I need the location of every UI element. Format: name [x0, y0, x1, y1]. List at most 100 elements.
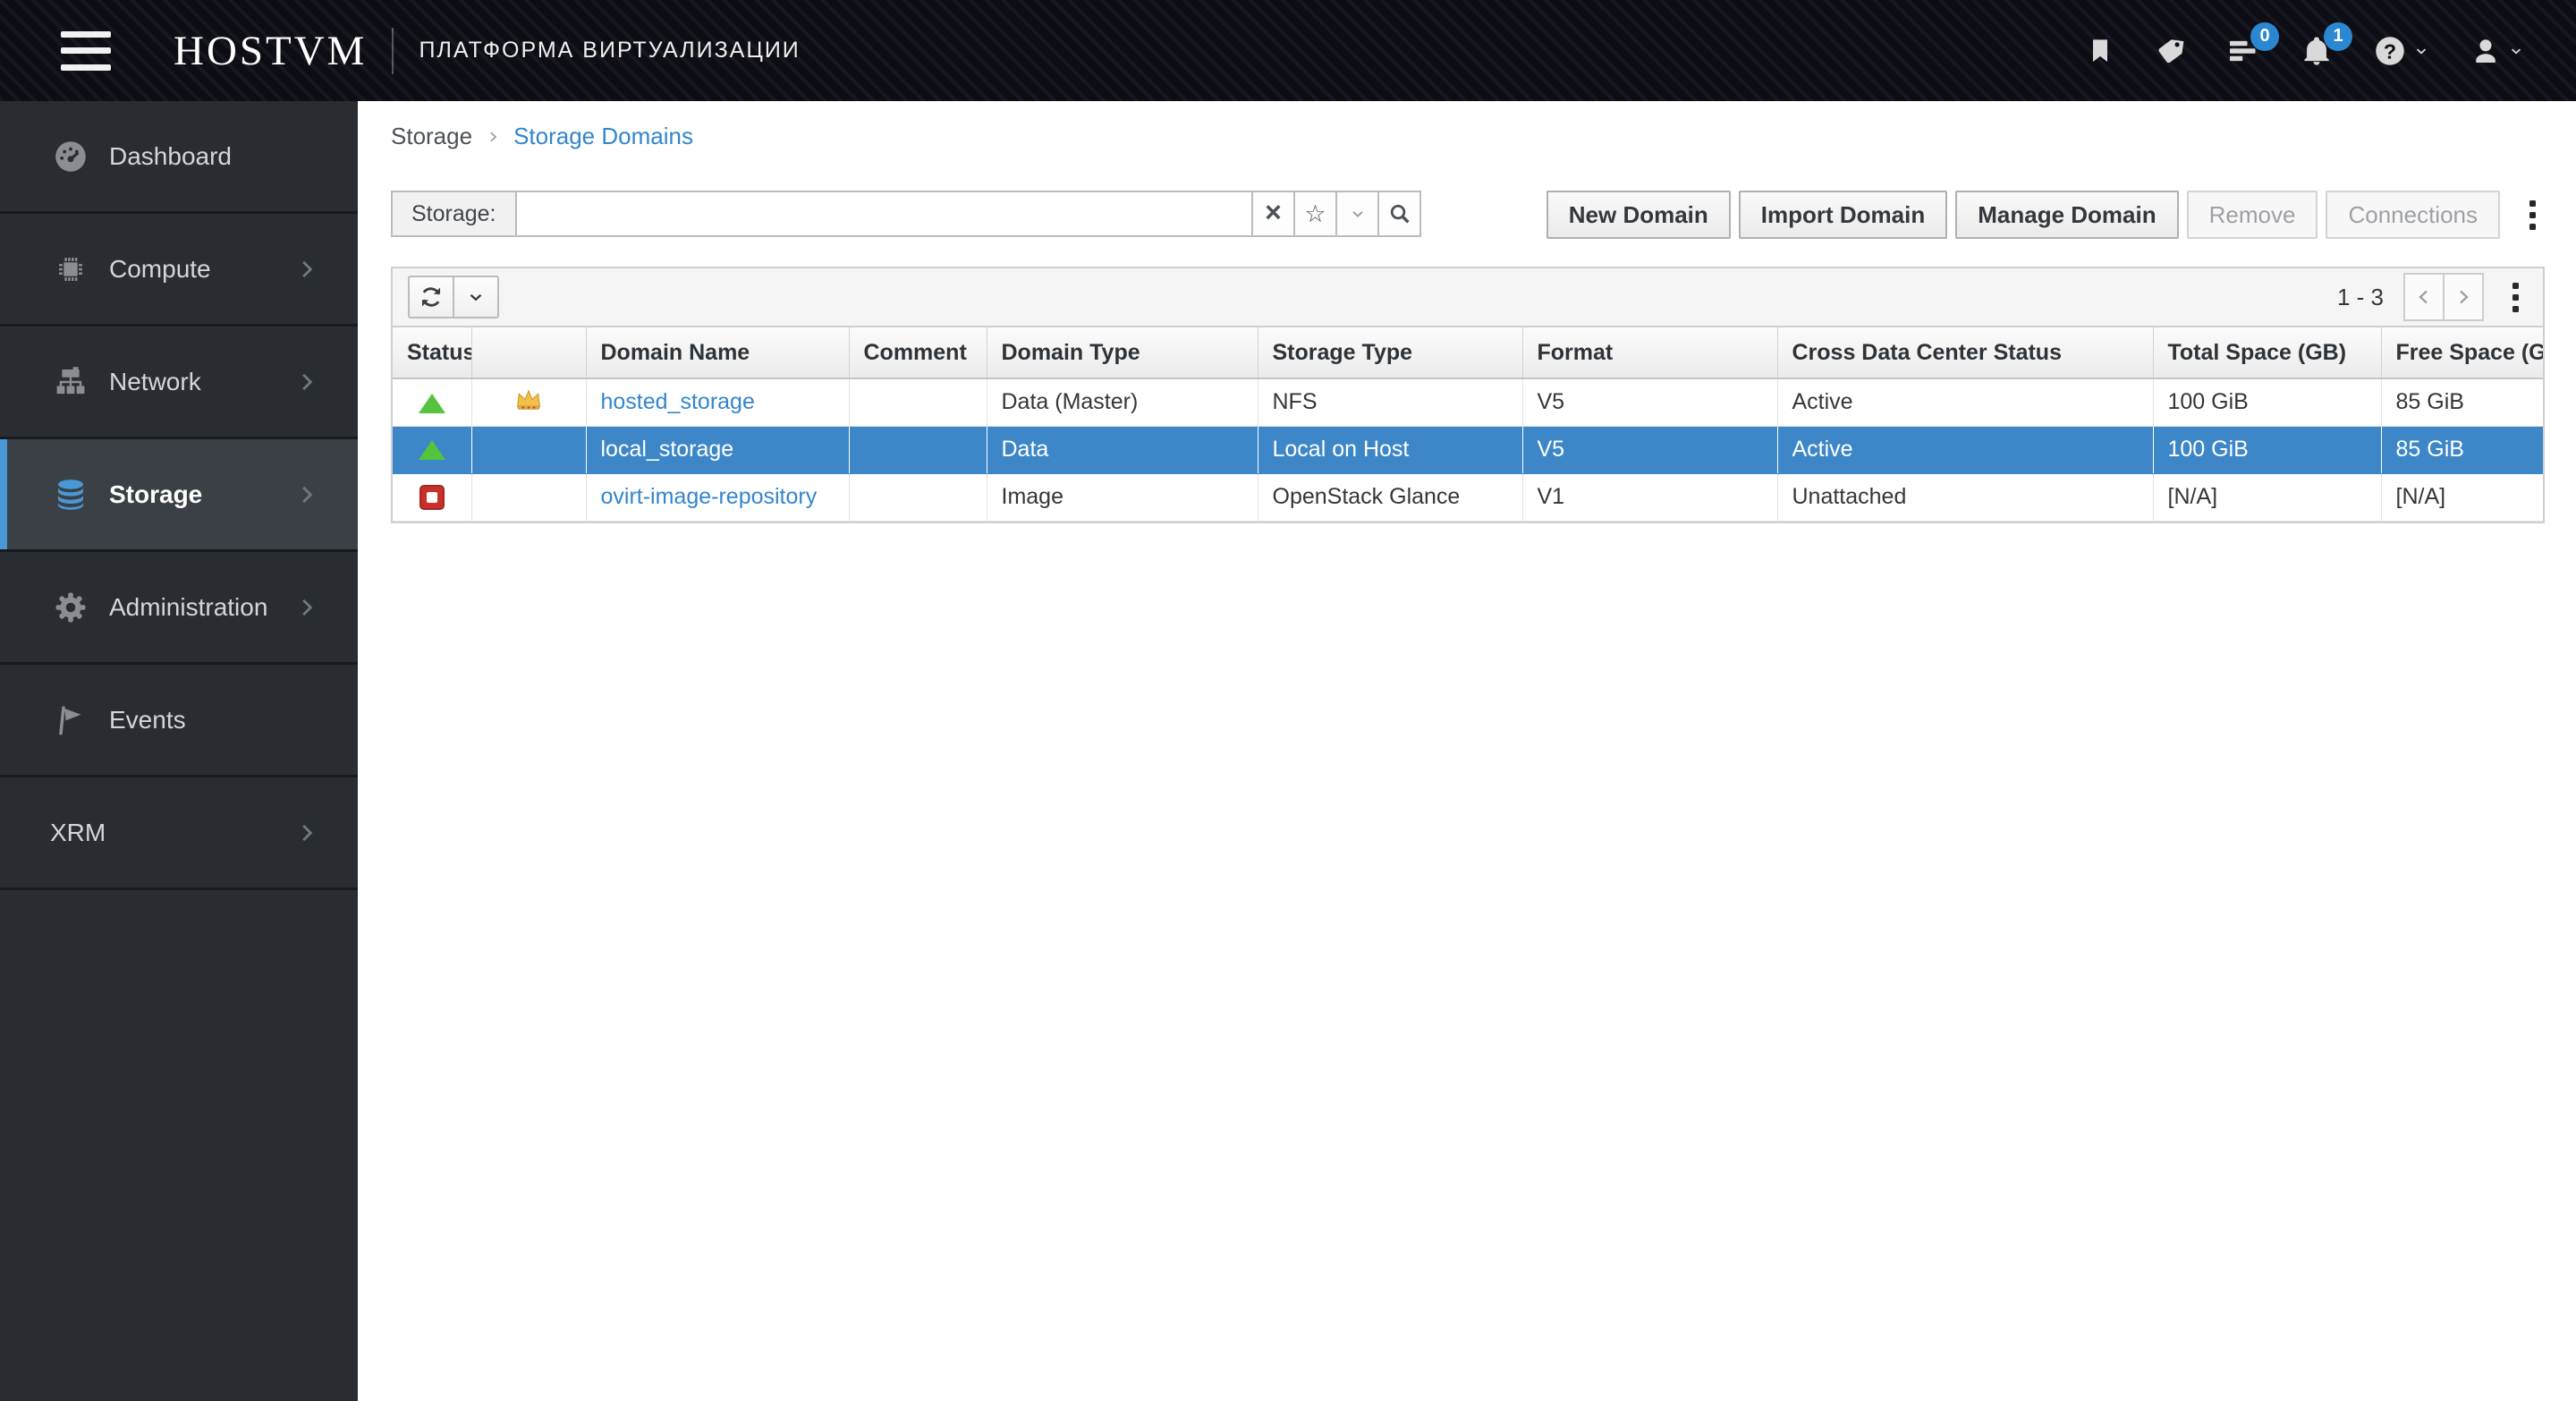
tasks-icon[interactable]: 0 — [2227, 21, 2279, 67]
more-actions-kebab-icon[interactable] — [2521, 193, 2545, 237]
cpu-icon — [50, 250, 91, 288]
format-cell: V5 — [1522, 426, 1778, 474]
storage-type-cell: OpenStack Glance — [1258, 473, 1523, 522]
pagination: 1 - 3 — [2337, 273, 2528, 321]
star-bookmark-icon[interactable]: ☆ — [1295, 191, 1337, 237]
sidebar-item-label: Dashboard — [109, 141, 232, 170]
chevron-right-icon — [295, 821, 318, 845]
brand-divider — [392, 27, 394, 74]
col-format[interactable]: Format — [1522, 327, 1778, 379]
table-row-ovirt-image-repository[interactable]: ovirt-image-repository Image OpenStack G… — [393, 473, 2543, 522]
sidebar-item-events[interactable]: Events — [0, 665, 358, 777]
search-icon[interactable] — [1379, 191, 1421, 237]
col-status[interactable]: Status — [393, 327, 472, 379]
sidebar-item-label: XRM — [50, 818, 106, 846]
refresh-dropdown-icon[interactable] — [453, 276, 499, 318]
help-menu[interactable]: ? — [2374, 35, 2429, 67]
total-space-cell: [N/A] — [2153, 473, 2382, 522]
domain-name-link[interactable]: ovirt-image-repository — [601, 484, 818, 509]
total-space-cell: 100 GiB — [2153, 378, 2382, 427]
breadcrumb-current-link[interactable]: Storage Domains — [513, 123, 693, 150]
sidebar-item-storage[interactable]: Storage — [0, 439, 358, 552]
col-free-space[interactable]: Free Space (GB) — [2381, 327, 2543, 379]
table-row-local-storage[interactable]: local_storage Data Local on Host V5 Acti… — [393, 426, 2543, 474]
storage-domains-table: Status Domain Name Comment Domain Type S… — [393, 327, 2543, 522]
grid-options-kebab-icon[interactable] — [2504, 276, 2528, 319]
manage-domain-button[interactable]: Manage Domain — [1955, 191, 2179, 239]
domain-name-link[interactable]: hosted_storage — [601, 389, 755, 414]
sidebar-item-network[interactable]: Network — [0, 327, 358, 439]
status-up-icon — [418, 440, 445, 461]
sidebar-item-administration[interactable]: Administration — [0, 552, 358, 665]
search-dropdown-icon[interactable] — [1337, 191, 1379, 237]
col-master[interactable] — [471, 327, 587, 379]
refresh-split-button — [408, 276, 499, 318]
table-row-hosted-storage[interactable]: hosted_storage Data (Master) NFS V5 Acti… — [393, 378, 2543, 427]
sidebar-item-xrm[interactable]: XRM — [0, 777, 358, 890]
brand-subtitle: ПЛАТФОРМА ВИРТУАЛИЗАЦИИ — [419, 38, 801, 63]
storage-search-input[interactable] — [516, 191, 1253, 237]
domain-name-link[interactable]: local_storage — [601, 437, 734, 462]
col-domain-name[interactable]: Domain Name — [586, 327, 850, 379]
import-domain-button[interactable]: Import Domain — [1738, 191, 1948, 239]
search-scope-label: Storage: — [391, 191, 517, 237]
chevron-right-icon — [295, 483, 318, 506]
remove-button[interactable]: Remove — [2186, 191, 2318, 239]
table-header-row: Status Domain Name Comment Domain Type S… — [393, 327, 2543, 379]
sidebar-item-label: Storage — [109, 480, 203, 508]
refresh-icon[interactable] — [408, 276, 454, 318]
hamburger-menu-icon[interactable] — [61, 30, 111, 71]
bell-icon[interactable]: 1 — [2301, 21, 2352, 67]
chevron-right-icon — [295, 370, 318, 394]
breadcrumb: Storage Storage Domains — [391, 101, 2545, 150]
alerts-count-badge: 1 — [2324, 21, 2352, 51]
chevron-down-icon — [2416, 47, 2427, 54]
app-window: HOSTVM ПЛАТФОРМА ВИРТУАЛИЗАЦИИ 0 1 ? Das… — [0, 0, 2576, 1401]
cross-dc-status-cell: Active — [1777, 378, 2154, 427]
user-menu[interactable] — [2470, 36, 2524, 66]
col-total-space[interactable]: Total Space (GB) — [2153, 327, 2382, 379]
col-storage-type[interactable]: Storage Type — [1258, 327, 1523, 379]
breadcrumb-parent: Storage — [391, 122, 473, 149]
action-buttons: New Domain Import Domain Manage Domain R… — [1546, 191, 2545, 239]
sidebar-filler — [0, 890, 358, 1401]
chevron-right-icon — [485, 129, 501, 145]
page-range-label: 1 - 3 — [2336, 283, 2384, 310]
bookmark-icon[interactable] — [2086, 37, 2114, 65]
sidebar-nav: Dashboard Compute Network Storage Admini… — [0, 101, 358, 1401]
next-page-icon[interactable] — [2443, 273, 2484, 321]
gear-icon — [50, 589, 91, 626]
new-domain-button[interactable]: New Domain — [1546, 191, 1731, 239]
status-down-icon — [419, 485, 445, 511]
prev-page-icon[interactable] — [2403, 273, 2445, 321]
pager-buttons — [2403, 273, 2484, 321]
domain-type-cell: Data (Master) — [987, 378, 1258, 427]
storage-type-cell: Local on Host — [1258, 426, 1523, 474]
cross-dc-status-cell: Active — [1777, 426, 2154, 474]
col-cross-dc-status[interactable]: Cross Data Center Status — [1777, 327, 2154, 379]
free-space-cell: [N/A] — [2381, 473, 2543, 522]
masthead: HOSTVM ПЛАТФОРМА ВИРТУАЛИЗАЦИИ 0 1 ? — [0, 0, 2576, 101]
connections-button[interactable]: Connections — [2326, 191, 2500, 239]
sidebar-item-dashboard[interactable]: Dashboard — [0, 101, 358, 214]
clear-search-icon[interactable]: × — [1253, 191, 1295, 237]
domain-type-cell: Data — [987, 426, 1258, 474]
format-cell: V5 — [1522, 378, 1778, 427]
main-content: Storage Storage Domains Storage: × ☆ New… — [358, 101, 2576, 1401]
master-crown-icon — [516, 389, 541, 410]
user-icon — [2470, 36, 2501, 66]
storage-domains-grid: 1 - 3 Status Domain Name Comment Domain … — [391, 267, 2545, 523]
col-comment[interactable]: Comment — [849, 327, 987, 379]
col-domain-type[interactable]: Domain Type — [987, 327, 1258, 379]
sidebar-item-compute[interactable]: Compute — [0, 214, 358, 327]
comment-cell — [849, 426, 987, 474]
comment-cell — [849, 378, 987, 427]
table-container: Status Domain Name Comment Domain Type S… — [393, 327, 2543, 522]
dashboard-gauge-icon — [50, 138, 91, 175]
cross-dc-status-cell: Unattached — [1777, 473, 2154, 522]
chevron-right-icon — [295, 258, 318, 281]
chevron-down-icon — [2511, 47, 2521, 54]
tag-icon[interactable] — [2156, 36, 2186, 66]
grid-toolbar: 1 - 3 — [393, 268, 2543, 327]
format-cell: V1 — [1522, 473, 1778, 522]
